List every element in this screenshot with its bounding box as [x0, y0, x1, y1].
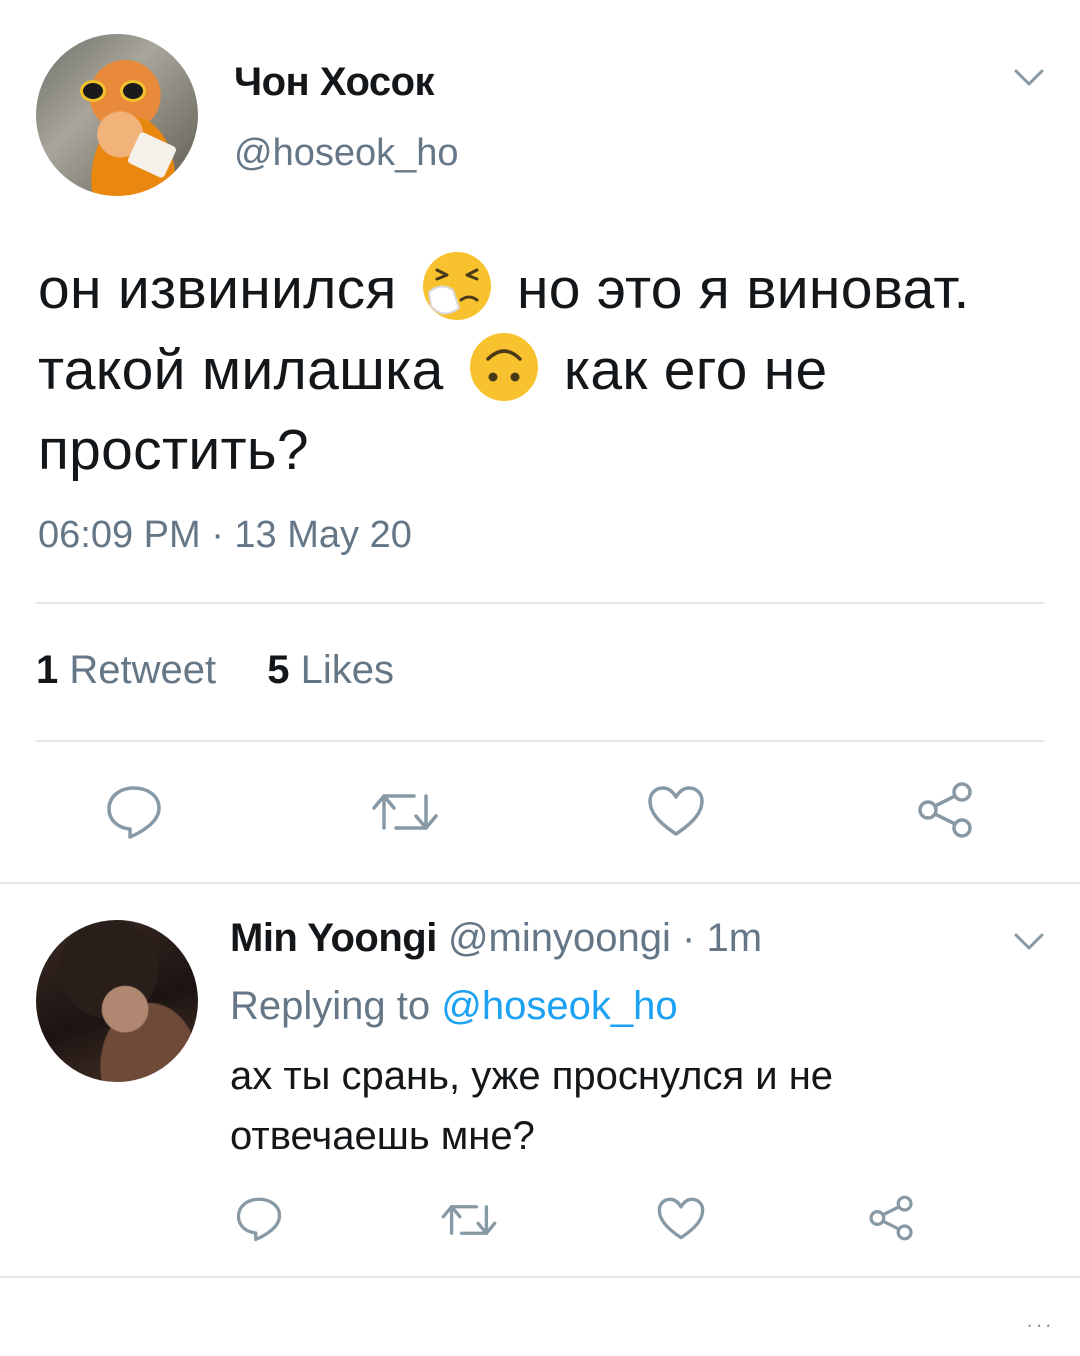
likes-label: Likes — [300, 648, 395, 692]
replying-to: Replying to @hoseok_ho — [230, 984, 678, 1029]
tweet-timestamp[interactable]: 06:09 PM · 13 May 20 — [38, 514, 412, 557]
like-icon[interactable] — [646, 784, 706, 838]
retweet-count: 1 — [36, 648, 59, 692]
reply-separator: · — [682, 916, 696, 960]
author-handle[interactable]: @hoseok_ho — [234, 132, 459, 175]
author-avatar[interactable] — [36, 34, 198, 196]
ellipsis-icon[interactable]: ··· — [1026, 1312, 1054, 1338]
reply-author-name[interactable]: Min Yoongi — [230, 916, 437, 960]
reply-author-handle[interactable]: @minyoongi — [448, 916, 671, 960]
reply-author-avatar[interactable] — [36, 920, 198, 1082]
replying-prefix: Replying to — [230, 984, 431, 1028]
reply-text: ах ты срань, уже проснулся и не отвечаеш… — [230, 1054, 834, 1158]
like-count: 5 — [267, 648, 290, 692]
chevron-down-icon[interactable] — [1012, 66, 1046, 90]
reply-time[interactable]: 1m — [706, 916, 762, 960]
reply-header: Min Yoongi @minyoongi · 1m — [230, 916, 762, 961]
share-icon[interactable] — [914, 780, 976, 840]
tweet-text-part-1: он извинился — [38, 257, 397, 321]
divider — [0, 1276, 1080, 1278]
reply-icon[interactable] — [234, 1196, 284, 1242]
like-icon[interactable] — [656, 1196, 706, 1241]
author-name[interactable]: Чон Хосок — [234, 60, 435, 105]
divider — [36, 602, 1044, 604]
tweet-text: он извинился но это я виноват. такой мил… — [38, 248, 1048, 490]
upside-down-face-emoji-icon — [466, 329, 542, 405]
share-icon[interactable] — [866, 1194, 916, 1242]
retweet-stat[interactable]: 1 Retweet — [36, 648, 216, 692]
likes-stat[interactable]: 5 Likes — [267, 648, 394, 692]
sneezing-face-emoji-icon — [419, 248, 495, 324]
retweet-label: Retweet — [69, 648, 217, 692]
avatar-glasses — [80, 80, 152, 102]
tweet-stats: 1 Retweet 5 Likes — [36, 648, 434, 693]
avatar-collar — [126, 131, 178, 179]
replying-mention-link[interactable]: @hoseok_ho — [441, 984, 677, 1028]
retweet-icon[interactable] — [440, 1200, 498, 1240]
divider — [36, 740, 1044, 742]
retweet-icon[interactable] — [370, 788, 440, 836]
divider — [0, 882, 1080, 884]
chevron-down-icon[interactable] — [1012, 930, 1046, 954]
reply-icon[interactable] — [104, 784, 164, 840]
